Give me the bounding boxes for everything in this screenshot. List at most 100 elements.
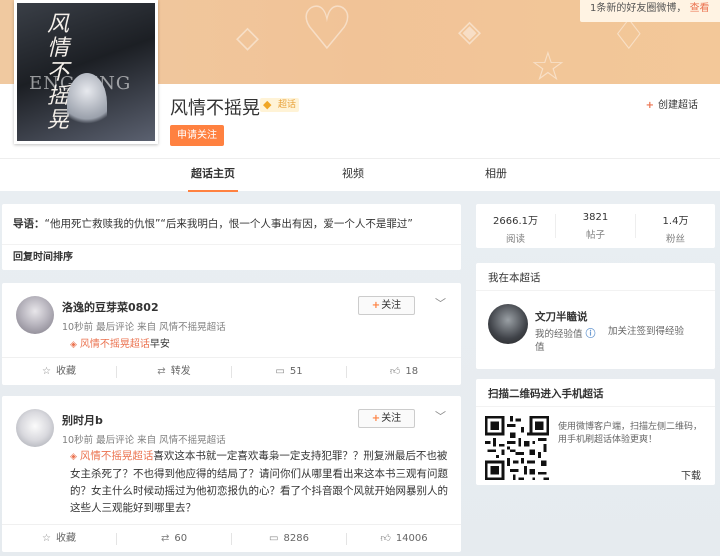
tab-album[interactable]: 相册 [473, 159, 519, 192]
stat-number: 2666.1万 [493, 216, 538, 227]
qr-description: 使用微博客户端，扫描左侧二维码，用手机刷超话体验更爽！ [558, 422, 703, 445]
post-meta: 10秒前 最后评论 来自 风情不摇晃超话 [62, 435, 226, 446]
like-button[interactable]: 👍︎ 14006 [347, 525, 461, 553]
diamond-icon: ◆ [263, 98, 272, 111]
comment-button[interactable]: ▭ 51 [232, 358, 346, 386]
repost-button[interactable]: ⇄ 转发 [117, 358, 231, 386]
notice-text: 1条新的好友圈微博， [590, 3, 687, 14]
topic-tag-icon: ◈ [70, 340, 77, 350]
post-content: ◈ 风情不摇晃超话喜欢这本书就一定喜欢毒枭一定支持犯罪？？刑复洲最后不也被女主杀死… [70, 448, 454, 517]
avatar[interactable] [488, 304, 528, 344]
friend-feed-notice[interactable]: 1条新的好友圈微博， 查看 [580, 0, 720, 22]
post-card: 洛逸的豆芽菜0802 10秒前 最后评论 来自 风情不摇晃超话 ◈ 风情不摇晃超话… [2, 283, 461, 385]
guide-prefix: 导语： [13, 218, 45, 230]
topic-header: 风情不摇晃 ENGQING 风情不摇晃 ◆ 超话 申请关注 + 创建超话 超话主页… [0, 0, 720, 192]
divider [476, 406, 715, 407]
post-actions: ☆ 收藏 ⇄ 60 ▭ 8286 👍︎ 14006 [2, 524, 461, 552]
stat-reads: 2666.1万 阅读 [476, 212, 555, 245]
comment-count: 51 [289, 366, 303, 377]
topic-tag-link[interactable]: 风情不摇晃超话 [80, 339, 150, 350]
star-icon: ☆ [42, 366, 51, 377]
topic-stats: 2666.1万 阅读 3821 帖子 1.4万 粉丝 [476, 204, 715, 248]
my-username[interactable]: 文刀半瞌说 [535, 309, 588, 324]
experience-label-cont: 值 [535, 342, 545, 353]
repost-icon: ⇄ [157, 366, 166, 377]
sort-by-reply-time[interactable]: 回复时间排序 [13, 248, 73, 263]
star-icon: ☆ [42, 533, 51, 544]
avatar[interactable] [16, 409, 54, 447]
stat-label: 粉丝 [665, 234, 685, 245]
qr-code-icon [482, 413, 552, 483]
my-topic-card: 我在本超话 文刀半瞌说 我的经验值 ⓘ 值 加关注签到得经验 [476, 263, 715, 369]
decor-shape: ◈ [458, 14, 482, 49]
comment-count: 8286 [283, 533, 309, 544]
post-username[interactable]: 别时月b [62, 412, 103, 428]
favorite-label: 收藏 [55, 366, 76, 377]
favorite-button[interactable]: ☆ 收藏 [2, 525, 116, 553]
card-heading: 扫描二维码进入手机超话 [488, 388, 604, 400]
divider [2, 244, 461, 245]
apply-follow-button[interactable]: 申请关注 [170, 125, 224, 146]
chevron-down-icon[interactable]: ﹀ [435, 295, 446, 311]
favorite-button[interactable]: ☆ 收藏 [2, 358, 116, 386]
notice-view-link[interactable]: 查看 [690, 3, 710, 14]
topic-tag-link[interactable]: 风情不摇晃超话 [80, 450, 154, 462]
chevron-down-icon[interactable]: ﹀ [435, 408, 446, 424]
decor-shape: ◇ [236, 20, 260, 55]
badge-label: 超话 [278, 100, 297, 110]
plus-icon: + [371, 300, 381, 311]
comment-icon: ▭ [275, 366, 285, 377]
like-count: 18 [405, 366, 419, 377]
card-heading: 我在本超话 [488, 272, 541, 284]
thumbs-up-icon: 👍︎ [389, 366, 401, 377]
stat-number: 1.4万 [662, 216, 689, 227]
divider [476, 290, 715, 291]
topic-tag-icon: ◈ [70, 452, 77, 462]
plus-icon: + [371, 413, 381, 424]
follow-label: 关注 [381, 413, 402, 424]
post-content: ◈ 风情不摇晃超话早安 [70, 335, 170, 350]
like-button[interactable]: 👍︎ 18 [347, 358, 461, 386]
follow-label: 关注 [381, 300, 402, 311]
comment-icon: ▭ [269, 533, 279, 544]
stat-number: 3821 [582, 212, 609, 223]
guide-card: 导语：“他用死亡救赎我的仇恨”“后来我明白，恨一个人事出有因，爱一个人不是罪过”… [2, 204, 461, 270]
follow-user-button[interactable]: +关注 [358, 296, 415, 315]
plus-icon: + [645, 100, 654, 111]
post-actions: ☆ 收藏 ⇄ 转发 ▭ 51 👍︎ 18 [2, 357, 461, 385]
post-text: 早安 [149, 339, 170, 350]
stat-label: 帖子 [585, 230, 605, 241]
create-super-topic-link[interactable]: + 创建超话 [646, 96, 698, 111]
experience-label: 我的经验值 ⓘ [535, 325, 596, 340]
follow-user-button[interactable]: +关注 [358, 409, 415, 428]
topic-tabs: 超话主页 视频 相册 [0, 158, 720, 192]
tab-video[interactable]: 视频 [330, 159, 376, 192]
info-icon[interactable]: ⓘ [586, 329, 596, 340]
guide-text: 导语：“他用死亡救赎我的仇恨”“后来我明白，恨一个人事出有因，爱一个人不是罪过” [13, 216, 413, 231]
guide-content: “他用死亡救赎我的仇恨”“后来我明白，恨一个人事出有因，爱一个人不是罪过” [44, 218, 413, 230]
cover-figure [67, 73, 107, 133]
stat-fans: 1.4万 粉丝 [636, 212, 715, 245]
repost-label: 转发 [170, 366, 191, 377]
stat-label: 阅读 [505, 234, 525, 245]
favorite-label: 收藏 [55, 533, 76, 544]
decor-shape: ♡ [300, 0, 354, 64]
post-username[interactable]: 洛逸的豆芽菜0802 [62, 299, 159, 315]
qr-card: 扫描二维码进入手机超话 使用微博客户端，扫描左侧二维码，用手机刷超话体验更爽！ … [476, 379, 715, 485]
post-meta: 10秒前 最后评论 来自 风情不摇晃超话 [62, 322, 226, 333]
thumbs-up-icon: 👍︎ [380, 533, 391, 544]
repost-icon: ⇄ [160, 533, 170, 544]
download-link[interactable]: 下载 [681, 467, 701, 482]
stat-posts: 3821 帖子 [556, 212, 635, 241]
tab-home[interactable]: 超话主页 [188, 159, 238, 192]
avatar[interactable] [16, 296, 54, 334]
comment-button[interactable]: ▭ 8286 [232, 525, 346, 553]
create-label: 创建超话 [658, 100, 698, 111]
topic-title: 风情不摇晃 [170, 98, 260, 119]
post-card: 别时月b 10秒前 最后评论 来自 风情不摇晃超话 ◈ 风情不摇晃超话喜欢这本书就… [2, 396, 461, 552]
super-topic-badge: ◆ 超话 [260, 98, 300, 112]
experience-hint: 加关注签到得经验 [608, 326, 685, 337]
repost-count: 60 [174, 533, 188, 544]
like-count: 14006 [395, 533, 428, 544]
repost-button[interactable]: ⇄ 60 [117, 525, 231, 553]
